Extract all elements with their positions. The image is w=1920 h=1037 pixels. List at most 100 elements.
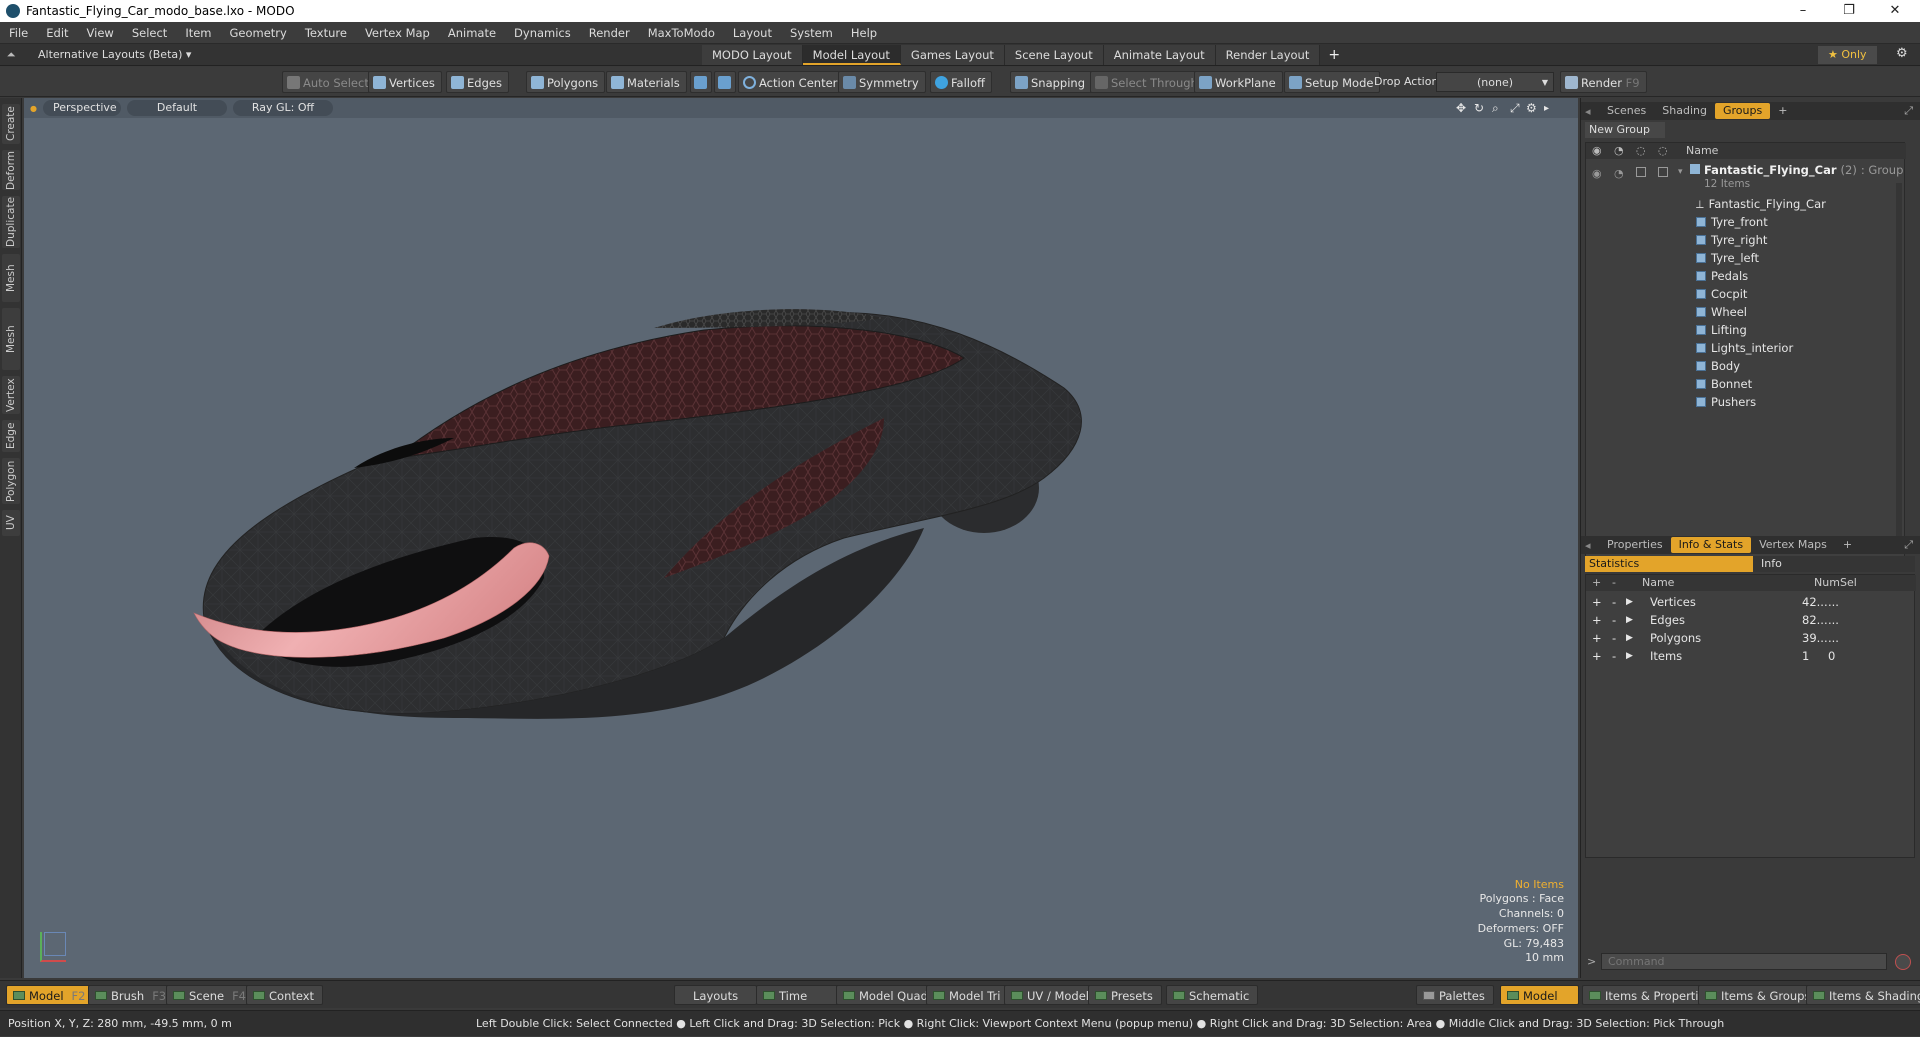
view-perspective-dropdown[interactable]: Perspective [42,100,121,116]
minus-icon[interactable]: - [1612,593,1616,611]
menu-maxtomodo[interactable]: MaxToModo [639,26,724,40]
menu-help[interactable]: Help [842,26,886,40]
brush-mode-button[interactable]: Brush F3 [88,985,176,1005]
panel-expand-icon[interactable]: ⤢ [1904,538,1913,552]
tab-mesh-fusion[interactable]: Mesh Fusion [2,308,35,370]
menu-vertex-map[interactable]: Vertex Map [356,26,439,40]
drop-action-select[interactable]: (none) ▼ [1436,72,1554,92]
setup-mode-button[interactable]: Setup Mode [1284,71,1381,93]
tree-item[interactable]: Wheel [1696,303,1747,321]
model-quad-button[interactable]: Model Quad [836,985,937,1005]
tree-item[interactable]: Bonnet [1696,375,1752,393]
minimize-button[interactable]: – [1780,0,1826,22]
stat-row-polygons[interactable]: + - ▶ Polygons 39...... [1592,629,1917,647]
plus-icon[interactable]: + [1592,593,1602,611]
gear-icon[interactable]: ⚙ [1896,46,1908,61]
minus-icon[interactable]: - [1612,647,1616,665]
layouts-button[interactable]: Layouts [674,985,758,1005]
layout-up-icon[interactable]: ⏶ [0,48,22,62]
visibility-eye-icon[interactable]: ◉ [1592,167,1602,180]
tab-render-layout[interactable]: Render Layout [1215,44,1321,65]
maximize-button[interactable]: ❐ [1826,0,1872,22]
tree-item[interactable]: Tyre_left [1696,249,1759,267]
materials-button[interactable]: Materials [606,71,687,93]
presets-button[interactable]: Presets [1088,985,1162,1005]
panel-expand-icon[interactable]: ⤢ [1904,104,1913,118]
tab-deform[interactable]: Deform [2,150,20,190]
tree-item[interactable]: Tyre_front [1696,213,1768,231]
rotate-view-icon[interactable]: ↻ [1474,101,1484,115]
expand-arrow-icon[interactable]: ▶ [1626,593,1633,611]
tab-mesh-edit[interactable]: Mesh Edit [2,254,35,302]
subtab-info[interactable]: Info [1755,556,1782,572]
vertices-button[interactable]: Vertices [368,71,442,93]
menu-system[interactable]: System [781,26,842,40]
schematic-button[interactable]: Schematic [1166,985,1259,1005]
menu-geometry[interactable]: Geometry [221,26,296,40]
tab-shading[interactable]: Shading [1654,103,1715,119]
plus-icon[interactable]: + [1592,611,1602,629]
tree-item[interactable]: Cocpit [1696,285,1747,303]
tab-scenes[interactable]: Scenes [1599,103,1654,119]
record-icon[interactable] [1895,954,1911,970]
add-tab-icon[interactable]: + [1835,537,1860,553]
falloff-button[interactable]: Falloff [930,71,992,93]
menu-select[interactable]: Select [123,26,176,40]
time-button[interactable]: Time [756,985,849,1005]
select-through-button[interactable]: Select Through [1090,71,1205,93]
menu-texture[interactable]: Texture [296,26,356,40]
render-button[interactable]: Render F9 [1560,71,1647,93]
stat-row-vertices[interactable]: + - ▶ Vertices 42...... [1592,593,1917,611]
minus-icon[interactable]: - [1612,629,1616,647]
tree-item[interactable]: Pushers [1696,393,1756,411]
model-right-button[interactable]: Model [1500,985,1579,1005]
items-shading-button[interactable]: Items & Shading [1806,985,1920,1005]
expand-arrow-icon[interactable]: ▶ [1626,611,1633,629]
snapping-button[interactable]: Snapping [1010,71,1093,93]
subtab-statistics[interactable]: Statistics [1585,556,1753,572]
expand-arrow-icon[interactable]: ▶ [1626,647,1633,665]
menu-edit[interactable]: Edit [37,26,77,40]
uv-model-button[interactable]: UV / Model [1004,985,1098,1005]
tab-games-layout[interactable]: Games Layout [900,44,1005,65]
tab-animate-layout[interactable]: Animate Layout [1103,44,1216,65]
select-checkbox[interactable] [1658,167,1668,177]
menu-render[interactable]: Render [580,26,639,40]
lock-icon[interactable]: ◔ [1614,167,1624,180]
auto-select-button[interactable]: Auto Select [282,71,376,93]
add-layout-button[interactable]: + [1320,47,1348,63]
tab-properties[interactable]: Properties [1599,537,1671,553]
tree-item[interactable]: Lights_interior [1696,339,1793,357]
component-mode-2-button[interactable] [714,71,736,93]
close-button[interactable]: ✕ [1872,0,1918,22]
tree-item[interactable]: Body [1696,357,1740,375]
action-center-button[interactable]: Action Center [738,71,845,93]
fit-view-icon[interactable]: ⤢ [1510,101,1520,116]
viewport-settings-icon[interactable]: ⚙ [1526,101,1537,115]
shading-default-dropdown[interactable]: Default [126,100,227,116]
collapse-icon[interactable]: ▾ [1678,167,1683,177]
command-input[interactable] [1601,953,1887,970]
tab-polygon[interactable]: Polygon [2,458,20,504]
model-mode-button[interactable]: Model F2 [6,985,95,1005]
zoom-view-icon[interactable]: ⌕ [1492,101,1499,116]
menu-dynamics[interactable]: Dynamics [505,26,580,40]
menu-view[interactable]: View [78,26,123,40]
context-mode-button[interactable]: Context [246,985,324,1005]
model-tri-button[interactable]: Model Tri [926,985,1010,1005]
3d-viewport[interactable]: ● Perspective Default Ray GL: Off ✥ ↻ ⌕ … [24,98,1578,978]
tab-edge[interactable]: Edge [2,420,20,452]
component-mode-1-button[interactable] [690,71,712,93]
tab-scene-layout[interactable]: Scene Layout [1004,44,1104,65]
items-groups-button[interactable]: Items & Groups [1698,985,1820,1005]
menu-layout[interactable]: Layout [724,26,781,40]
new-group-button[interactable]: New Group [1585,122,1665,138]
tab-vertex-maps[interactable]: Vertex Maps [1751,537,1835,553]
edges-button[interactable]: Edges [446,71,509,93]
render-checkbox[interactable] [1636,167,1646,177]
tab-vertex[interactable]: Vertex [2,376,20,414]
menu-animate[interactable]: Animate [439,26,505,40]
alternative-layouts-dropdown[interactable]: Alternative Layouts (Beta) ▾ [22,48,702,61]
symmetry-button[interactable]: Symmetry [838,71,926,93]
tab-info-stats[interactable]: Info & Stats [1670,537,1752,553]
